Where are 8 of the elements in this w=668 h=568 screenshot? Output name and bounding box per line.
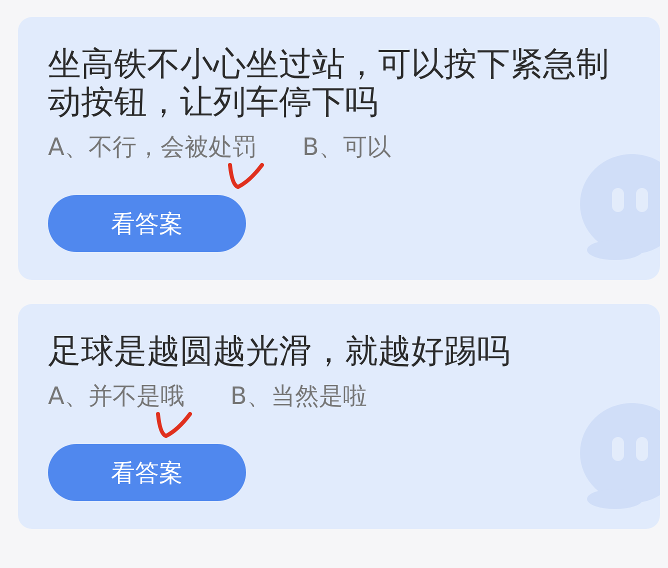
question-title: 足球是越圆越光滑，就越好踢吗 [48, 332, 511, 370]
question-title: 坐高铁不小心坐过站，可以按下紧急制动按钮，让列车停下吗 [48, 45, 610, 121]
answer-option: A、并不是哦 [48, 380, 184, 412]
answer-option: B、当然是啦 [230, 380, 367, 412]
answer-option: B、可以 [302, 131, 391, 163]
answer-option: A、不行，会被处罚 [48, 131, 256, 163]
view-answer-button[interactable]: 看答案 [48, 444, 246, 501]
view-answer-button[interactable]: 看答案 [48, 195, 246, 252]
